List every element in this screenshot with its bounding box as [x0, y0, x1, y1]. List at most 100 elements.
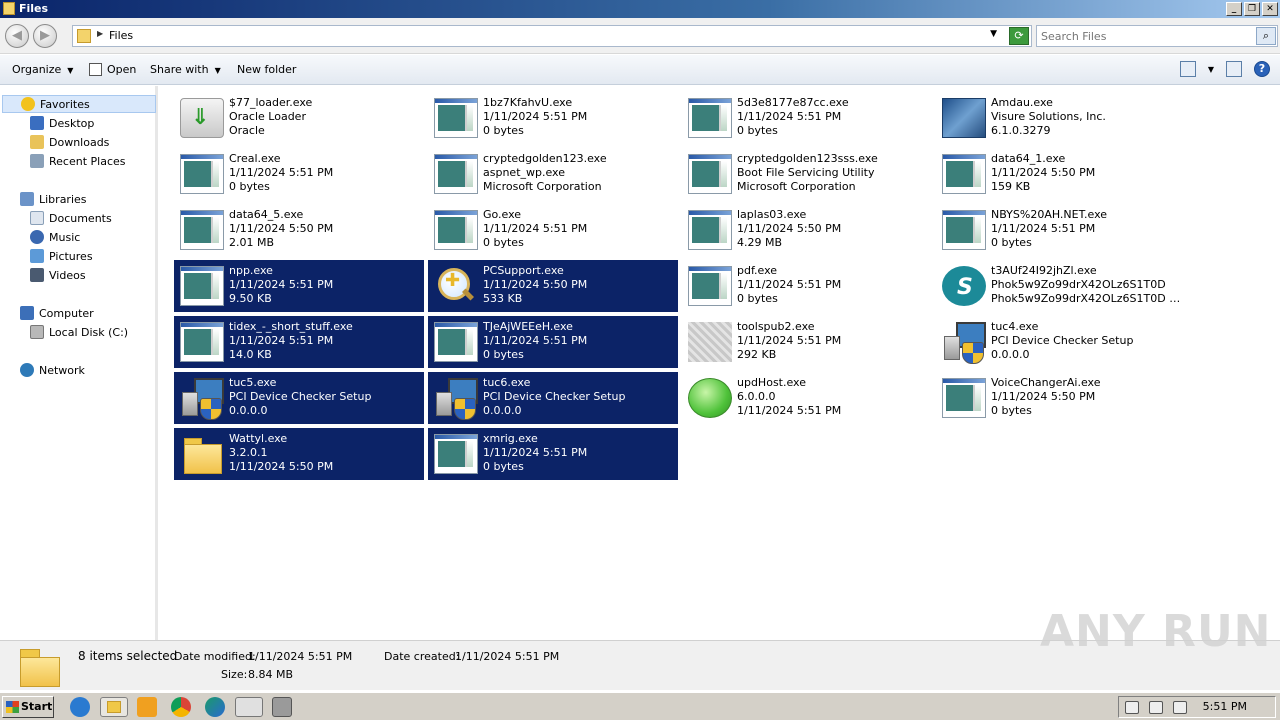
- new-folder-button[interactable]: New folder: [237, 63, 296, 76]
- file-name: VoiceChangerAi.exe: [991, 376, 1101, 389]
- file-item[interactable]: Wattyl.exe 3.2.0.1 1/11/2024 5:50 PM: [174, 428, 424, 480]
- file-detail-line2: 0 bytes: [483, 460, 524, 473]
- nav-libraries[interactable]: Libraries: [20, 191, 87, 209]
- file-detail-line1: 3.2.0.1: [229, 446, 268, 459]
- file-item[interactable]: tuc6.exe PCI Device Checker Setup 0.0.0.0: [428, 372, 678, 424]
- folder-icon: [18, 647, 60, 687]
- file-item[interactable]: NBYS%20AH.NET.exe 1/11/2024 5:51 PM 0 byte…: [936, 204, 1186, 256]
- file-detail-line2: 0.0.0.0: [991, 348, 1030, 361]
- address-dropdown-icon[interactable]: ▼: [990, 29, 997, 39]
- application-icon: [180, 322, 224, 362]
- change-view-icon[interactable]: [1179, 61, 1196, 77]
- media-player-icon[interactable]: [137, 697, 157, 717]
- file-item[interactable]: cryptedgolden123sss.exe Boot File Servici…: [682, 148, 932, 200]
- file-item[interactable]: Amdau.exe Visure Solutions, Inc. 6.1.0.327…: [936, 92, 1186, 144]
- breadcrumb-files[interactable]: Files: [109, 29, 133, 42]
- file-item[interactable]: VoiceChangerAi.exe 1/11/2024 5:50 PM 0 byt…: [936, 372, 1186, 424]
- minimize-button[interactable]: _: [1226, 2, 1242, 16]
- file-item[interactable]: ✚ PCSupport.exe 1/11/2024 5:50 PM 533 KB: [428, 260, 678, 312]
- app-taskbar-button[interactable]: [235, 697, 263, 717]
- setup-installer-icon: [942, 322, 986, 364]
- file-detail-line2: 159 KB: [991, 180, 1031, 193]
- file-item[interactable]: laplas03.exe 1/11/2024 5:50 PM 4.29 MB: [682, 204, 932, 256]
- file-name: laplas03.exe: [737, 208, 807, 221]
- view-dropdown-icon[interactable]: ▼: [1208, 65, 1214, 74]
- file-item[interactable]: tuc5.exe PCI Device Checker Setup 0.0.0.0: [174, 372, 424, 424]
- network-tray-icon[interactable]: [1149, 701, 1163, 714]
- application-icon: [688, 210, 732, 250]
- nav-desktop[interactable]: Desktop: [30, 115, 94, 133]
- file-name: t3AUf24I92jhZl.exe: [991, 264, 1097, 277]
- file-detail-line2: 0 bytes: [483, 124, 524, 137]
- close-button[interactable]: ✕: [1262, 2, 1278, 16]
- address-field[interactable]: ▶ Files ▼ ⟳: [72, 25, 1032, 47]
- file-name: Creal.exe: [229, 152, 281, 165]
- file-item[interactable]: toolspub2.exe 1/11/2024 5:51 PM 292 KB: [682, 316, 932, 368]
- nav-pictures[interactable]: Pictures: [30, 248, 93, 266]
- maximize-button[interactable]: ❐: [1244, 2, 1260, 16]
- file-item[interactable]: Creal.exe 1/11/2024 5:51 PM 0 bytes: [174, 148, 424, 200]
- nav-recent-places[interactable]: Recent Places: [30, 153, 126, 171]
- preview-pane-icon[interactable]: [1226, 61, 1242, 77]
- clock[interactable]: 5:51 PM: [1203, 700, 1247, 713]
- application-icon: [688, 154, 732, 194]
- breadcrumb-arrow-icon[interactable]: ▶: [97, 29, 103, 38]
- nav-label: Favorites: [40, 98, 90, 111]
- start-button[interactable]: Start: [2, 696, 54, 718]
- file-item[interactable]: St3AUf24I92jhZl.exe Phok5w9Zo99drX42OLz6S…: [936, 260, 1186, 312]
- share-with-button[interactable]: Share with ▼: [150, 63, 221, 76]
- size-label: Size:: [221, 668, 248, 681]
- file-detail-line1: PCI Device Checker Setup: [991, 334, 1134, 347]
- file-item[interactable]: 5d3e8177e87cc.exe 1/11/2024 5:51 PM 0 byte…: [682, 92, 932, 144]
- file-name: PCSupport.exe: [483, 264, 564, 277]
- nav-downloads[interactable]: Downloads: [30, 134, 109, 152]
- file-item[interactable]: Go.exe 1/11/2024 5:51 PM 0 bytes: [428, 204, 678, 256]
- file-detail-line1: 1/11/2024 5:51 PM: [737, 110, 842, 123]
- search-icon[interactable]: ⌕: [1256, 27, 1276, 45]
- desktop-icon: [30, 116, 44, 130]
- application-icon: [688, 98, 732, 138]
- organize-button[interactable]: Organize ▼: [12, 63, 73, 76]
- file-item[interactable]: ⇓ $77_loader.exe Oracle Loader Oracle: [174, 92, 424, 144]
- file-detail-line1: 1/11/2024 5:51 PM: [483, 446, 588, 459]
- refresh-button[interactable]: ⟳: [1009, 27, 1029, 45]
- file-item[interactable]: data64_5.exe 1/11/2024 5:50 PM 2.01 MB: [174, 204, 424, 256]
- file-item[interactable]: cryptedgolden123.exe aspnet_wp.exe Microso…: [428, 148, 678, 200]
- help-icon[interactable]: ?: [1254, 61, 1270, 77]
- search-box[interactable]: ⌕: [1036, 25, 1278, 47]
- file-item[interactable]: updHost.exe 6.0.0.0 1/11/2024 5:51 PM: [682, 372, 932, 424]
- file-item[interactable]: 1bz7KfahvU.exe 1/11/2024 5:51 PM 0 bytes: [428, 92, 678, 144]
- nav-local-disk[interactable]: Local Disk (C:): [30, 324, 128, 342]
- chrome-icon[interactable]: [171, 697, 191, 717]
- explorer-taskbar-button[interactable]: [100, 697, 128, 717]
- application-icon: [434, 154, 478, 194]
- nav-videos[interactable]: Videos: [30, 267, 86, 285]
- file-item[interactable]: pdf.exe 1/11/2024 5:51 PM 0 bytes: [682, 260, 932, 312]
- file-item[interactable]: TJeAjWEEeH.exe 1/11/2024 5:51 PM 0 bytes: [428, 316, 678, 368]
- back-button[interactable]: ◀: [5, 24, 29, 48]
- file-item[interactable]: npp.exe 1/11/2024 5:51 PM 9.50 KB: [174, 260, 424, 312]
- action-center-flag-icon[interactable]: [1173, 701, 1187, 714]
- file-item[interactable]: data64_1.exe 1/11/2024 5:50 PM 159 KB: [936, 148, 1186, 200]
- file-item[interactable]: tidex_-_short_stuff.exe 1/11/2024 5:51 PM…: [174, 316, 424, 368]
- file-detail-line1: 1/11/2024 5:51 PM: [737, 278, 842, 291]
- nav-favorites[interactable]: Favorites: [2, 95, 156, 113]
- file-item[interactable]: xmrig.exe 1/11/2024 5:51 PM 0 bytes: [428, 428, 678, 480]
- file-name: tuc6.exe: [483, 376, 531, 389]
- app-icon[interactable]: [272, 697, 292, 717]
- internet-explorer-icon[interactable]: [70, 697, 90, 717]
- nav-documents[interactable]: Documents: [30, 210, 112, 228]
- search-input[interactable]: [1041, 28, 1251, 44]
- file-item[interactable]: tuc4.exe PCI Device Checker Setup 0.0.0.0: [936, 316, 1186, 368]
- application-icon: [688, 266, 732, 306]
- nav-computer[interactable]: Computer: [20, 305, 94, 323]
- forward-button[interactable]: ▶: [33, 24, 57, 48]
- nav-network[interactable]: Network: [20, 362, 85, 380]
- nav-label: Music: [49, 231, 81, 244]
- file-detail-line2: 6.1.0.3279: [991, 124, 1051, 137]
- nav-music[interactable]: Music: [30, 229, 80, 247]
- system-tray: 5:51 PM: [1118, 696, 1276, 718]
- edge-icon[interactable]: [205, 697, 225, 717]
- volume-icon[interactable]: [1125, 701, 1139, 714]
- open-button[interactable]: Open: [107, 63, 136, 76]
